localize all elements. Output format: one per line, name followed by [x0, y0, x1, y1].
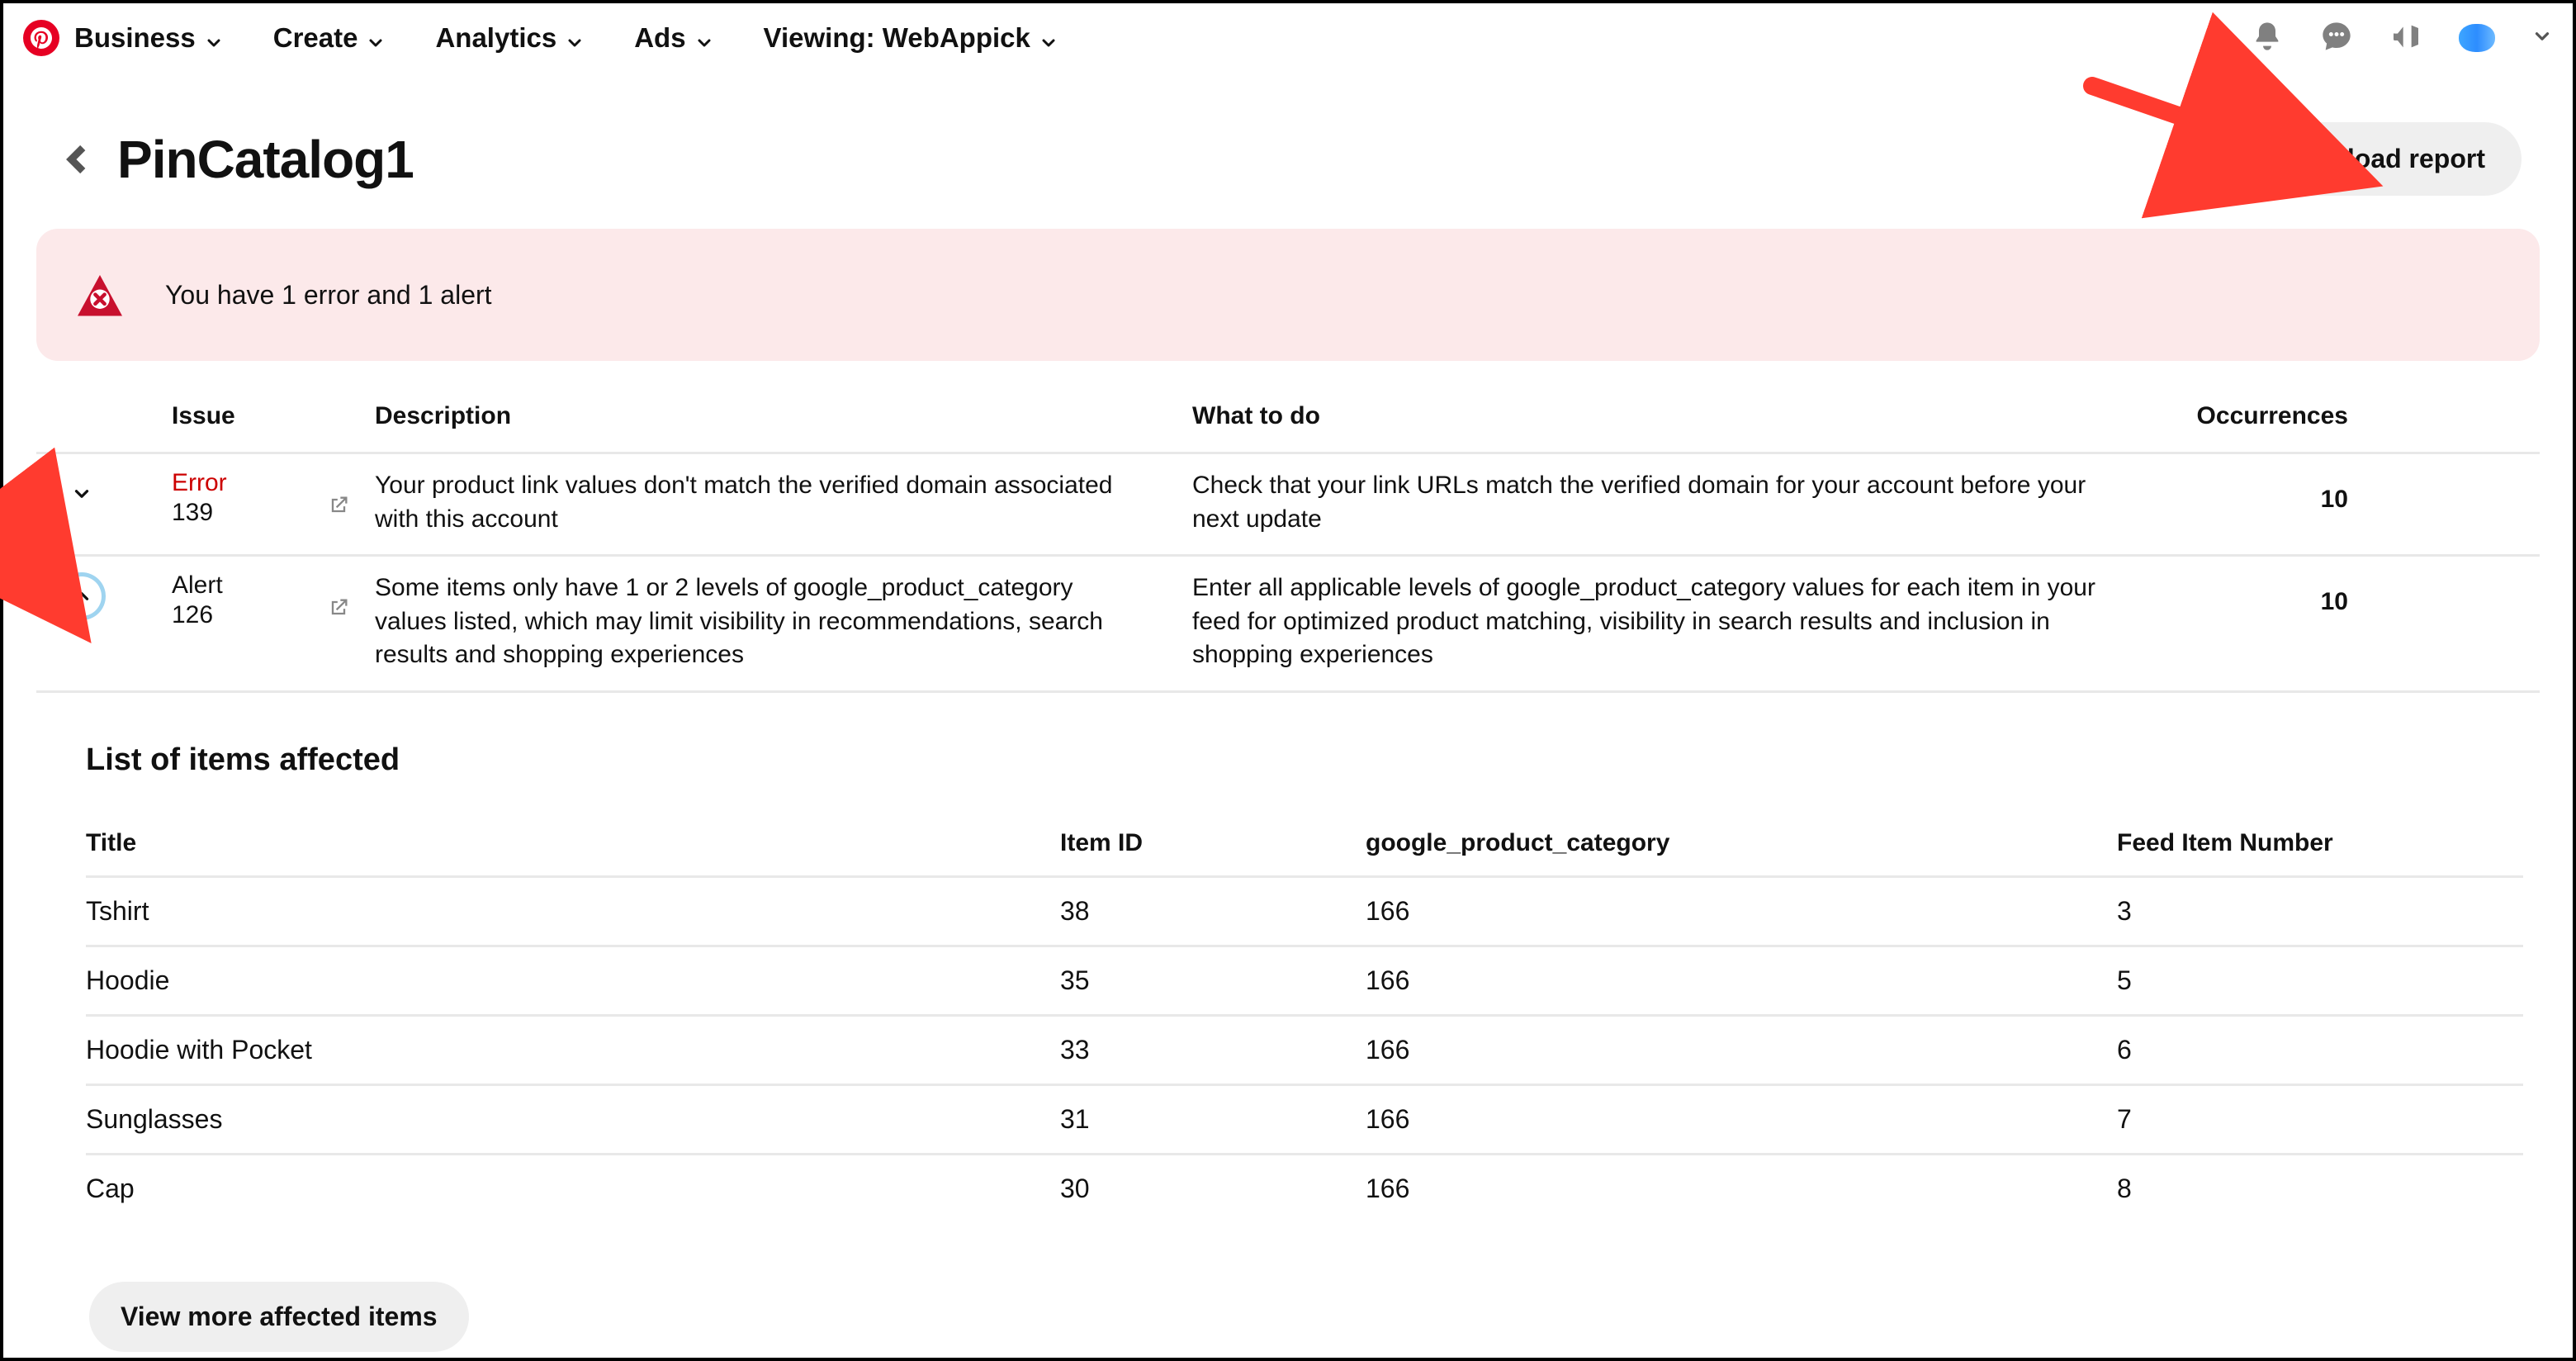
- affected-itemid-cell: 35: [1060, 965, 1366, 996]
- affected-header-row: Title Item ID google_product_category Fe…: [86, 811, 2523, 878]
- nav-business[interactable]: Business: [74, 22, 224, 54]
- nav-label: Ads: [634, 22, 685, 54]
- nav-label: Business: [74, 22, 196, 54]
- expand-toggle[interactable]: [36, 469, 127, 514]
- affected-gpc-cell: 166: [1366, 896, 2117, 927]
- col-gpc: google_product_category: [1366, 829, 2117, 857]
- external-link-icon[interactable]: [327, 494, 350, 524]
- issue-type: Alert: [172, 571, 375, 600]
- pinterest-logo-icon[interactable]: [23, 20, 59, 56]
- col-item-id: Item ID: [1060, 829, 1366, 857]
- back-button[interactable]: [61, 142, 96, 177]
- issue-whattodo: Check that your link URLs match the veri…: [1192, 469, 2150, 536]
- logo-group: Business: [23, 20, 224, 56]
- chevron-down-icon: [1039, 28, 1058, 48]
- chat-icon[interactable]: [2320, 20, 2353, 57]
- affected-title-cell: Sunglasses: [86, 1104, 1060, 1135]
- issue-description: Your product link values don't match the…: [375, 469, 1192, 536]
- affected-gpc-cell: 166: [1366, 1035, 2117, 1065]
- affected-row: Cap301668: [86, 1155, 2523, 1222]
- issue-cell: Alert 126: [127, 571, 375, 629]
- affected-row: Hoodie with Pocket331666: [86, 1017, 2523, 1086]
- affected-title-cell: Tshirt: [86, 896, 1060, 927]
- affected-row: Tshirt381663: [86, 878, 2523, 947]
- affected-row: Sunglasses311667: [86, 1086, 2523, 1155]
- affected-feed-cell: 8: [2117, 1174, 2447, 1204]
- top-nav-right: [2251, 20, 2553, 57]
- affected-title: List of items affected: [86, 742, 2523, 778]
- page-header: PinCatalog1 Download report: [3, 73, 2573, 229]
- affected-title-cell: Cap: [86, 1174, 1060, 1204]
- affected-feed-cell: 7: [2117, 1104, 2447, 1135]
- nav-analytics[interactable]: Analytics: [435, 22, 585, 54]
- affected-items-section: List of items affected Title Item ID goo…: [86, 742, 2523, 1352]
- chevron-down-icon: [366, 28, 386, 48]
- issue-row: Error 139 Your product link values don't…: [36, 454, 2540, 557]
- nav-label: Analytics: [435, 22, 556, 54]
- alert-banner-text: You have 1 error and 1 alert: [165, 280, 492, 311]
- affected-gpc-cell: 166: [1366, 1174, 2117, 1204]
- chevron-down-icon: [694, 28, 714, 48]
- col-description: Description: [375, 402, 1192, 430]
- affected-itemid-cell: 31: [1060, 1104, 1366, 1135]
- megaphone-icon[interactable]: [2389, 20, 2422, 57]
- affected-row: Hoodie351665: [86, 947, 2523, 1017]
- issue-whattodo: Enter all applicable levels of google_pr…: [1192, 571, 2150, 672]
- col-title: Title: [86, 829, 1060, 857]
- affected-feed-cell: 6: [2117, 1035, 2447, 1065]
- nav-label: Viewing: WebAppick: [764, 22, 1030, 54]
- issue-occurrences: 10: [2150, 571, 2398, 616]
- nav-ads[interactable]: Ads: [634, 22, 713, 54]
- chevron-down-icon: [565, 28, 585, 48]
- affected-feed-cell: 5: [2117, 965, 2447, 996]
- col-occurrences: Occurrences: [2150, 402, 2398, 430]
- issue-type: Error: [172, 469, 375, 497]
- expand-toggle[interactable]: [36, 571, 127, 616]
- nav-label: Create: [273, 22, 358, 54]
- issues-header-row: Issue Description What to do Occurrences: [36, 381, 2540, 454]
- chevron-down-icon: [204, 28, 224, 48]
- alert-triangle-icon: [78, 275, 122, 315]
- affected-itemid-cell: 38: [1060, 896, 1366, 927]
- alert-banner: You have 1 error and 1 alert: [36, 229, 2540, 361]
- issue-occurrences: 10: [2150, 469, 2398, 514]
- affected-title-cell: Hoodie with Pocket: [86, 1035, 1060, 1065]
- bell-icon[interactable]: [2251, 20, 2284, 57]
- issues-table: Issue Description What to do Occurrences…: [36, 381, 2540, 693]
- issue-description: Some items only have 1 or 2 levels of go…: [375, 571, 1192, 672]
- col-feed: Feed Item Number: [2117, 829, 2447, 857]
- nav-viewing[interactable]: Viewing: WebAppick: [764, 22, 1058, 54]
- view-more-affected-button[interactable]: View more affected items: [89, 1282, 469, 1352]
- top-nav: Business Create Analytics Ads Viewing: W…: [3, 3, 2573, 73]
- affected-feed-cell: 3: [2117, 896, 2447, 927]
- affected-itemid-cell: 30: [1060, 1174, 1366, 1204]
- issue-cell: Error 139: [127, 469, 375, 527]
- affected-gpc-cell: 166: [1366, 965, 2117, 996]
- nav-create[interactable]: Create: [273, 22, 386, 54]
- col-whattodo: What to do: [1192, 402, 2150, 430]
- page-title: PinCatalog1: [117, 129, 414, 190]
- external-link-icon[interactable]: [327, 596, 350, 626]
- affected-title-cell: Hoodie: [86, 965, 1060, 996]
- download-report-button[interactable]: Download report: [2239, 122, 2522, 196]
- account-avatar[interactable]: [2459, 24, 2495, 52]
- affected-gpc-cell: 166: [1366, 1104, 2117, 1135]
- col-issue: Issue: [127, 402, 375, 430]
- top-nav-left: Business Create Analytics Ads Viewing: W…: [23, 20, 1058, 56]
- issue-row: Alert 126 Some items only have 1 or 2 le…: [36, 557, 2540, 693]
- affected-itemid-cell: 33: [1060, 1035, 1366, 1065]
- account-chevron-down-icon[interactable]: [2531, 26, 2553, 51]
